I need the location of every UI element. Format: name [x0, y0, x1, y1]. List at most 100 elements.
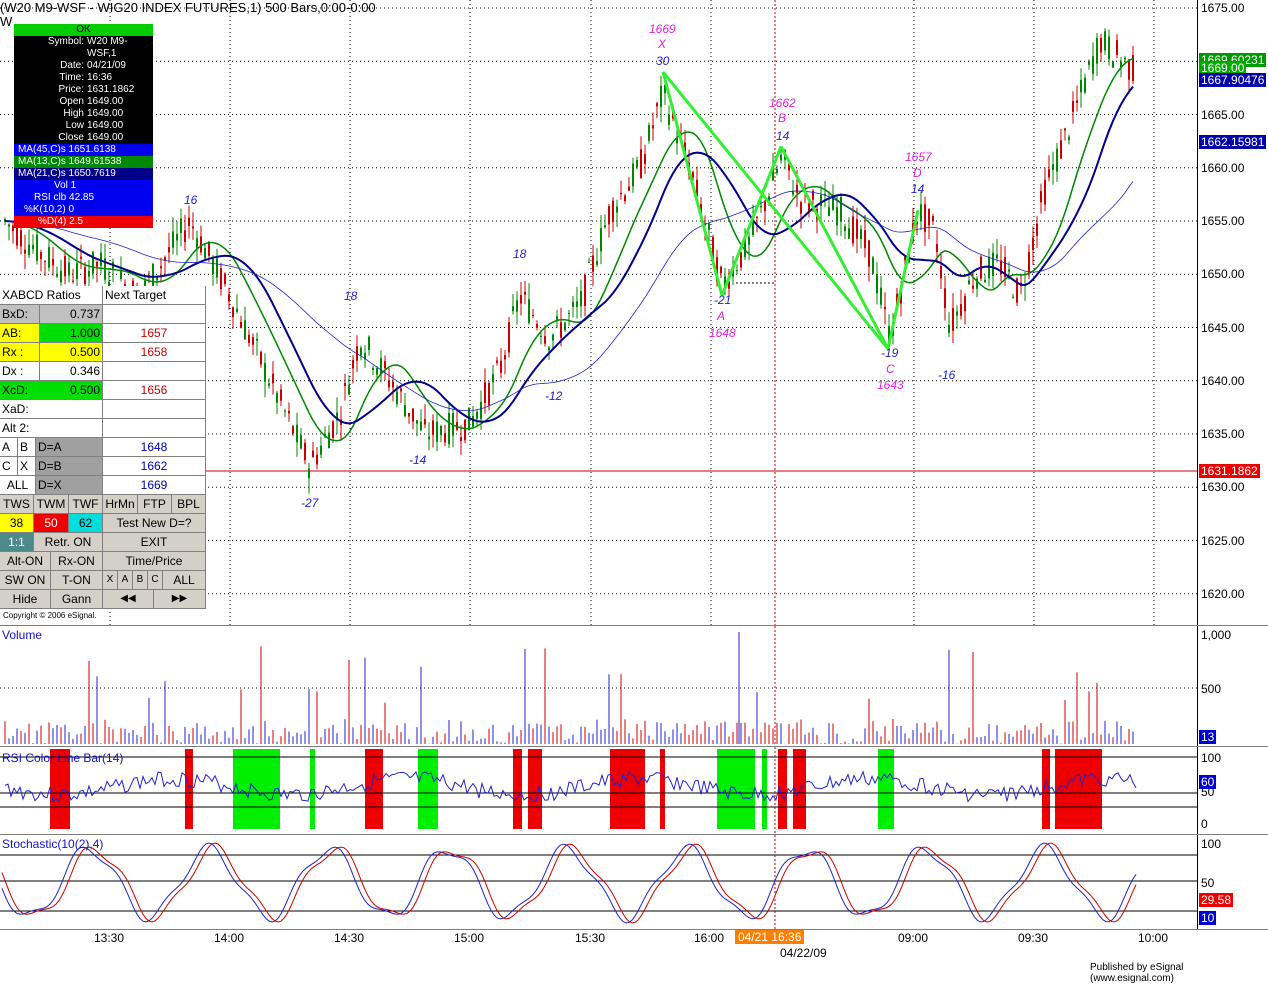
chart-subtitle: W: [0, 14, 13, 29]
ratio-label[interactable]: AB:: [0, 324, 40, 342]
candle-body: [476, 411, 478, 419]
ratio-label[interactable]: Rx :: [0, 343, 40, 361]
volume-label-500: 500: [1201, 682, 1222, 696]
hrmn-button[interactable]: HrMn: [103, 495, 138, 513]
one-to-one-button[interactable]: 1:1: [0, 533, 34, 551]
ratio-label[interactable]: XaD:: [0, 400, 103, 418]
tws-button[interactable]: TWS: [0, 495, 34, 513]
candle-body: [860, 229, 862, 239]
a-button[interactable]: A: [118, 571, 133, 589]
info-key: Date:: [60, 60, 84, 71]
d-equals-a-button[interactable]: D=A: [36, 438, 103, 456]
cursor-info-window[interactable]: OK Symbol: W20 M9-WSF,1 Date: 04/21/09 Tim…: [14, 24, 153, 228]
rx-on-button[interactable]: Rx-ON: [51, 552, 103, 570]
ok-button[interactable]: OK: [14, 24, 153, 36]
ratio-value: 0.500: [40, 343, 103, 361]
twf-button[interactable]: TWF: [69, 495, 103, 513]
ftp-button[interactable]: FTP: [138, 495, 172, 513]
candle-body: [208, 241, 210, 256]
retr-on-button[interactable]: Retr. ON: [34, 533, 103, 551]
info-rsi: RSI clb 42.85: [14, 192, 153, 204]
candle-body: [560, 322, 562, 338]
bpl-button[interactable]: BPL: [172, 495, 206, 513]
candle-body: [808, 203, 810, 211]
candle-body: [1088, 61, 1090, 65]
candle-body: [612, 200, 614, 222]
stochastic-pane[interactable]: Stochastic(10(2),4): [0, 835, 1197, 929]
stoch-tag-d: 29.58: [1199, 893, 1234, 907]
ratio-label[interactable]: Alt 2:: [0, 419, 103, 437]
ratio-label[interactable]: XcD:: [0, 381, 40, 399]
candle-body: [964, 296, 966, 312]
candle-body: [380, 357, 382, 374]
twm-value[interactable]: 50: [34, 514, 69, 532]
twf-value[interactable]: 62: [69, 514, 103, 532]
t-on-button[interactable]: T-ON: [51, 571, 103, 589]
rsi-label-100: 100: [1201, 751, 1222, 765]
alt-on-button[interactable]: Alt-ON: [0, 552, 51, 570]
candle-body: [864, 230, 866, 249]
d-letter-label: D: [913, 166, 922, 180]
candle-body: [1092, 56, 1094, 74]
xabcd-panel[interactable]: XABCD Ratios Next Target BxD: 0.737 AB: …: [0, 286, 206, 609]
panel-header: XABCD Ratios: [0, 286, 103, 304]
all-button[interactable]: ALL: [163, 571, 206, 589]
candle-body: [624, 195, 626, 202]
candle-body: [1108, 36, 1110, 60]
point-a-button[interactable]: A: [0, 438, 18, 456]
info-key: Low: [65, 120, 84, 131]
candle-body: [480, 401, 482, 419]
stoch-tag-k: 10: [1199, 911, 1217, 925]
all-points-button[interactable]: ALL: [0, 476, 36, 494]
price-axis-label: 1645.00: [1201, 320, 1245, 335]
candle-body: [60, 270, 62, 283]
candle-body: [64, 256, 66, 277]
candle-body: [484, 382, 486, 404]
volume-pane[interactable]: Volume: [0, 626, 1197, 746]
d-equals-x-button[interactable]: D=X: [36, 476, 103, 494]
candle-body: [692, 172, 694, 178]
point-b-button[interactable]: B: [18, 438, 36, 456]
test-new-d-button[interactable]: Test New D=?: [103, 514, 206, 532]
volume-title: Volume: [2, 628, 43, 642]
candle-body: [96, 261, 98, 267]
b-button[interactable]: B: [133, 571, 148, 589]
prev-button[interactable]: ◀◀: [103, 590, 154, 608]
candle-body: [1100, 37, 1102, 53]
point-x-button[interactable]: X: [18, 457, 36, 475]
rsi-pane[interactable]: RSI Color Line Bar(14): [0, 747, 1197, 834]
tws-value[interactable]: 38: [0, 514, 34, 532]
twm-button[interactable]: TWM: [34, 495, 69, 513]
next-button[interactable]: ▶▶: [154, 590, 206, 608]
a-price-label: 1648: [709, 326, 736, 340]
rsi-tag: 60: [1199, 775, 1217, 789]
candle-body: [72, 280, 74, 282]
candle-body: [856, 219, 858, 239]
x-button[interactable]: X: [103, 571, 118, 589]
rsi-axis: 100 50 0 60: [1197, 747, 1268, 834]
time-price-button[interactable]: Time/Price: [103, 552, 206, 570]
point-c-button[interactable]: C: [0, 457, 18, 475]
candle-body: [400, 388, 402, 392]
candle-body: [740, 252, 742, 268]
c-button[interactable]: C: [148, 571, 163, 589]
candle-body: [236, 308, 238, 312]
rsi-color-bar: [365, 749, 383, 829]
ratio-target: [103, 419, 206, 437]
hide-button[interactable]: Hide: [0, 590, 51, 608]
d-equals-b-button[interactable]: D=B: [36, 457, 103, 475]
a-letter-label: A: [717, 309, 726, 323]
gann-button[interactable]: Gann: [51, 590, 103, 608]
candle-body: [316, 454, 318, 465]
candle-body: [1012, 296, 1014, 298]
ratio-label[interactable]: BxD:: [0, 305, 40, 323]
candle-body: [764, 201, 766, 212]
candle-body: [276, 392, 278, 403]
sw-on-button[interactable]: SW ON: [0, 571, 51, 589]
d-target-value: 1662: [103, 457, 206, 475]
candle-body: [264, 362, 266, 382]
ratio-label[interactable]: Dx :: [0, 362, 40, 380]
exit-button[interactable]: EXIT: [103, 533, 206, 551]
candle-body: [284, 410, 286, 412]
candle-body: [876, 274, 878, 294]
